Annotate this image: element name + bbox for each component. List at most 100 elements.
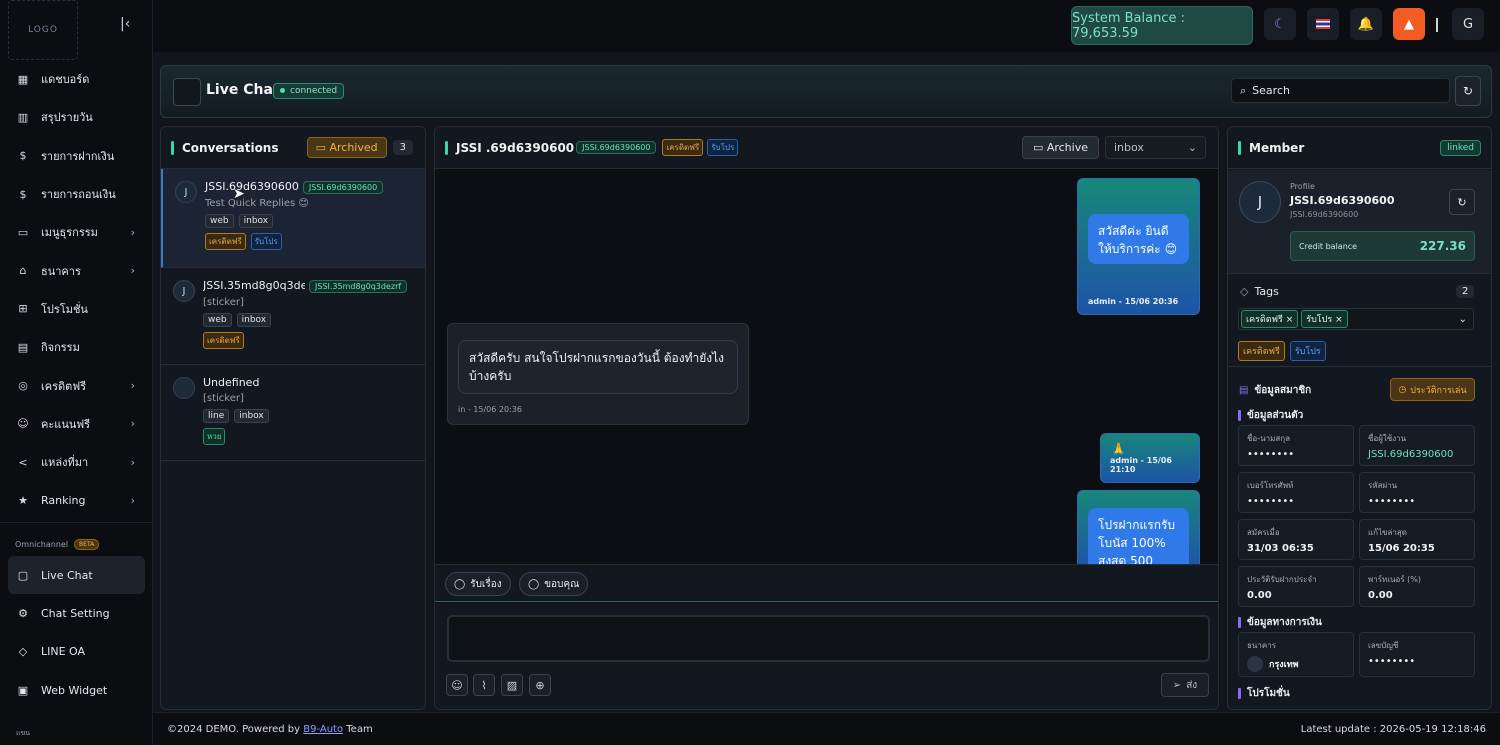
- search-input[interactable]: ⌕ Search: [1231, 78, 1450, 103]
- sidebar-item-promotions[interactable]: ⊞ โปรโมชั่น: [0, 290, 153, 328]
- plus-icon[interactable]: ⊕: [529, 674, 551, 696]
- tag-badge: หวย: [203, 428, 226, 445]
- personal-info-title: ข้อมูลส่วนตัว: [1238, 408, 1303, 423]
- archive-icon: ▭: [315, 141, 330, 154]
- tag-badge: รับโปร: [707, 139, 739, 156]
- chat-header: JSSI .69d6390600 JSSI.69d6390600 เครดิตฟ…: [435, 127, 1218, 169]
- channel-chip: web: [205, 214, 234, 228]
- message-outgoing: 🙏 admin - 15/06 21:10: [1100, 433, 1200, 483]
- suggested-tags: เครดิตฟรี รับโปร: [1238, 341, 1326, 361]
- selected-tag[interactable]: เครดิตฟรี ×: [1241, 310, 1299, 328]
- field-registered: สมัครเมื่อ 31/03 06:35: [1238, 519, 1354, 560]
- field-account-number: เลขบัญชี ••••••••: [1359, 632, 1475, 677]
- tag-badge[interactable]: เครดิตฟรี: [1238, 341, 1285, 361]
- sidebar-item-bank[interactable]: ⌂ ธนาคาร ›: [0, 251, 153, 289]
- field-updated: แก้ไขล่าสุด 15/06 20:35: [1359, 519, 1475, 560]
- archive-icon: ▭: [1032, 141, 1047, 154]
- field-username: ชื่อผู้ใช้งาน JSSI.69d6390600: [1359, 425, 1475, 466]
- dollar-icon: $: [19, 187, 27, 201]
- refresh-member-button[interactable]: ↻: [1449, 189, 1475, 215]
- message-text: 🙏: [1111, 442, 1126, 456]
- channel-chip: web: [203, 313, 232, 327]
- sidebar-item-ranking[interactable]: ★ Ranking ›: [0, 481, 153, 519]
- chat-icon: ▢: [17, 568, 29, 582]
- language-flag-icon[interactable]: [1307, 8, 1339, 40]
- beta-badge: BETA: [74, 539, 100, 550]
- footer-user: แขน: [16, 729, 31, 737]
- omni-nav: ▢ Live Chat ⚙ Chat Setting ◇ LINE OA ▣ Web W…: [0, 556, 153, 709]
- credit-balance-value: 227.36: [1419, 239, 1466, 253]
- google-icon[interactable]: G: [1452, 8, 1484, 40]
- close-icon[interactable]: ×: [1335, 315, 1343, 325]
- sidebar-item-dashboard[interactable]: ▦ แดชบอร์ด: [0, 60, 153, 98]
- refresh-button[interactable]: ↻: [1455, 76, 1481, 106]
- field-password: รหัสผ่าน ••••••••: [1359, 472, 1475, 513]
- sidebar-item-activities[interactable]: ▤ กิจกรรม: [0, 328, 153, 366]
- refresh-icon: ↻: [1457, 195, 1467, 209]
- collapse-sidebar-icon[interactable]: |‹: [120, 16, 130, 32]
- live-chat-header: Live Chat connected ⌕ Search ↻: [160, 65, 1492, 118]
- tag-badge: เครดิตฟรี: [205, 233, 246, 250]
- play-history-button[interactable]: ◷ ประวัติการเล่น: [1390, 378, 1475, 401]
- sidebar-item-sources[interactable]: < แหล่งที่มา ›: [0, 443, 153, 481]
- gear-icon: ⚙: [18, 606, 28, 620]
- bank-logo-icon: [1247, 656, 1263, 672]
- card-icon: ▭: [17, 225, 29, 239]
- chevron-right-icon: ›: [130, 493, 135, 507]
- chart-icon: ▥: [17, 110, 29, 124]
- member-panel: Member linked J Profile JSSI.69d6390600 …: [1227, 126, 1492, 710]
- sidebar-item-free-credit[interactable]: ◎ เครดิตฟรี ›: [0, 366, 153, 404]
- sidebar-item-daily-summary[interactable]: ▥ สรุปรายวัน: [0, 98, 153, 136]
- attachment-icon[interactable]: ⌇: [473, 674, 495, 696]
- user-id-badge: JSSI.69d6390600: [576, 141, 657, 154]
- dark-mode-icon[interactable]: ☾: [1264, 8, 1296, 40]
- sidebar-item-live-chat[interactable]: ▢ Live Chat: [8, 556, 145, 595]
- search-icon: ⌕: [1240, 83, 1247, 97]
- close-icon[interactable]: ×: [1286, 315, 1294, 325]
- folder-select[interactable]: inbox ⌄: [1105, 136, 1206, 159]
- quick-reply-button[interactable]: ◯ รับเรื่อง: [445, 572, 511, 596]
- dollar-icon: $: [19, 149, 27, 163]
- quick-reply-button[interactable]: ◯ ขอบคุณ: [519, 572, 589, 596]
- sidebar-item-deposits[interactable]: $ รายการฝากเงิน: [0, 137, 153, 175]
- refresh-icon: ↻: [1462, 84, 1474, 98]
- message-incoming: สวัสดีครับ สนใจโปรฝากแรกของวันนี้ ต้องทำ…: [447, 323, 749, 425]
- member-info-title: ▤ ข้อมูลสมาชิก: [1239, 385, 1312, 396]
- conversation-item[interactable]: J JSSI.35md8g0q3dezrfJSSI.35md8g0q3dezrf…: [161, 268, 425, 365]
- divider: [0, 522, 153, 523]
- smile-icon: ☺: [17, 417, 29, 431]
- sidebar-item-chat-setting[interactable]: ⚙ Chat Setting: [8, 594, 145, 632]
- field-deposit-history: ประวัติรับฝากประจำ 0.00: [1238, 566, 1354, 607]
- chevron-right-icon: ›: [130, 379, 135, 393]
- sidebar-item-web-widget[interactable]: ▣ Web Widget: [8, 671, 145, 709]
- tags-select[interactable]: เครดิตฟรี × รับโปร × ⌄: [1238, 308, 1474, 330]
- archive-button[interactable]: ▭ Archive: [1021, 136, 1099, 159]
- message-input[interactable]: [447, 615, 1210, 662]
- sidebar-item-transactions[interactable]: ▭ เมนูธุรกรรม ›: [0, 213, 153, 251]
- bell-icon[interactable]: 🔔: [1350, 8, 1382, 40]
- warning-icon[interactable]: ▲: [1393, 8, 1425, 40]
- powered-by-link[interactable]: B9-Auto: [303, 724, 343, 735]
- conversations-panel: Conversations ▭ Archived 3 J JSSI.69d639…: [160, 126, 426, 710]
- conversations-header: Conversations ▭ Archived 3: [161, 127, 425, 169]
- emoji-icon[interactable]: ☺: [446, 674, 468, 696]
- member-name: JSSI.69d6390600: [1290, 194, 1395, 207]
- archived-button[interactable]: ▭ Archived: [306, 137, 387, 158]
- grid-icon: ▦: [17, 72, 29, 86]
- avatar: J: [175, 181, 197, 203]
- sidebar-item-free-points[interactable]: ☺ คะแนนฟรี ›: [0, 405, 153, 443]
- sidebar-item-withdrawals[interactable]: $ รายการถอนเงิน: [0, 175, 153, 213]
- chat-icon: ◯: [454, 578, 466, 590]
- send-button[interactable]: ➢ ส่ง: [1161, 673, 1209, 697]
- conversation-item[interactable]: J JSSI.69d6390600 JSSI.69d6390600 Test Qu…: [161, 169, 425, 268]
- member-sub: JSSI.69d6390600: [1290, 210, 1359, 219]
- field-bank: ธนาคาร กรุงเทพ: [1238, 632, 1354, 677]
- tag-badge[interactable]: รับโปร: [1289, 341, 1326, 361]
- profile-card: J Profile JSSI.69d6390600 JSSI.69d639060…: [1228, 170, 1491, 274]
- bank-icon: ⌂: [19, 264, 27, 278]
- conversation-item[interactable]: Undefined [sticker] line inbox หวย: [161, 365, 425, 461]
- header-icon: [173, 78, 201, 106]
- image-icon[interactable]: ▨: [501, 674, 523, 696]
- selected-tag[interactable]: รับโปร ×: [1301, 310, 1348, 328]
- sidebar-item-line-oa[interactable]: ◇ LINE OA: [8, 633, 145, 671]
